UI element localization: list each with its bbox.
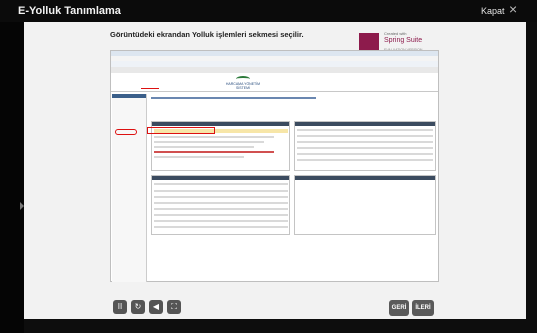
app-logo-text: HARCAMA YÖNETİM SİSTEMİ bbox=[225, 82, 261, 90]
volume-button[interactable]: ◀ bbox=[149, 300, 163, 314]
panel-row bbox=[297, 159, 433, 161]
panel-row bbox=[297, 147, 433, 149]
panel-bottom-right bbox=[294, 175, 436, 235]
close-icon[interactable]: × bbox=[509, 2, 517, 16]
panel-bottom-left bbox=[151, 175, 290, 235]
panel-row bbox=[154, 208, 288, 210]
annotation-box bbox=[147, 127, 215, 134]
panel-row bbox=[154, 146, 254, 148]
panel-row bbox=[154, 226, 288, 228]
fullscreen-button[interactable]: ⛶ bbox=[167, 300, 181, 314]
panel-header bbox=[295, 176, 435, 180]
pause-button[interactable]: II bbox=[113, 300, 127, 314]
embedded-screenshot: HARCAMA YÖNETİM SİSTEMİ bbox=[110, 50, 439, 282]
panel-row bbox=[154, 202, 288, 204]
replay-button[interactable]: ↻ bbox=[131, 300, 145, 314]
panel-header bbox=[152, 176, 289, 180]
panel-row bbox=[154, 183, 288, 185]
panel-row bbox=[154, 214, 288, 216]
panel-top-right bbox=[294, 121, 436, 171]
panel-row bbox=[297, 153, 433, 155]
close-label[interactable]: Kapat bbox=[481, 6, 505, 16]
app-header: HARCAMA YÖNETİM SİSTEMİ bbox=[111, 73, 438, 92]
panel-row bbox=[154, 141, 264, 143]
brand-name: Spring Suite bbox=[384, 37, 423, 44]
info-line bbox=[151, 97, 316, 99]
panel-row bbox=[154, 156, 244, 158]
brand-top-text: Created with bbox=[384, 31, 407, 36]
panel-row bbox=[154, 136, 274, 138]
bottom-edge bbox=[24, 319, 526, 333]
annotation-arrow bbox=[141, 88, 159, 89]
window-title: E-Yolluk Tanımlama bbox=[18, 5, 121, 17]
left-strip bbox=[0, 22, 24, 333]
panel-row bbox=[154, 190, 288, 192]
panel-row bbox=[297, 129, 433, 131]
panel-row bbox=[154, 196, 288, 198]
app-sidebar bbox=[112, 94, 147, 282]
panel-row bbox=[154, 151, 274, 153]
panel-row bbox=[154, 220, 288, 222]
panel-header bbox=[152, 122, 289, 126]
panel-row bbox=[297, 135, 433, 137]
sidebar-highlight bbox=[115, 129, 137, 135]
panel-header bbox=[295, 122, 435, 126]
player-frame: E-Yolluk Tanımlama Kapat × Görüntüdeki e… bbox=[0, 0, 537, 333]
panel-row bbox=[297, 141, 433, 143]
app-logo: HARCAMA YÖNETİM SİSTEMİ bbox=[223, 76, 263, 90]
back-button[interactable]: GERİ bbox=[389, 300, 409, 316]
slide-caption: Görüntüdeki ekrandan Yolluk işlemleri se… bbox=[110, 30, 304, 39]
right-edge bbox=[526, 22, 537, 333]
title-bar: E-Yolluk Tanımlama Kapat × bbox=[0, 0, 537, 22]
sidebar-header bbox=[112, 94, 146, 98]
next-button[interactable]: İLERİ bbox=[412, 300, 434, 316]
player-controls-bar bbox=[24, 297, 526, 319]
